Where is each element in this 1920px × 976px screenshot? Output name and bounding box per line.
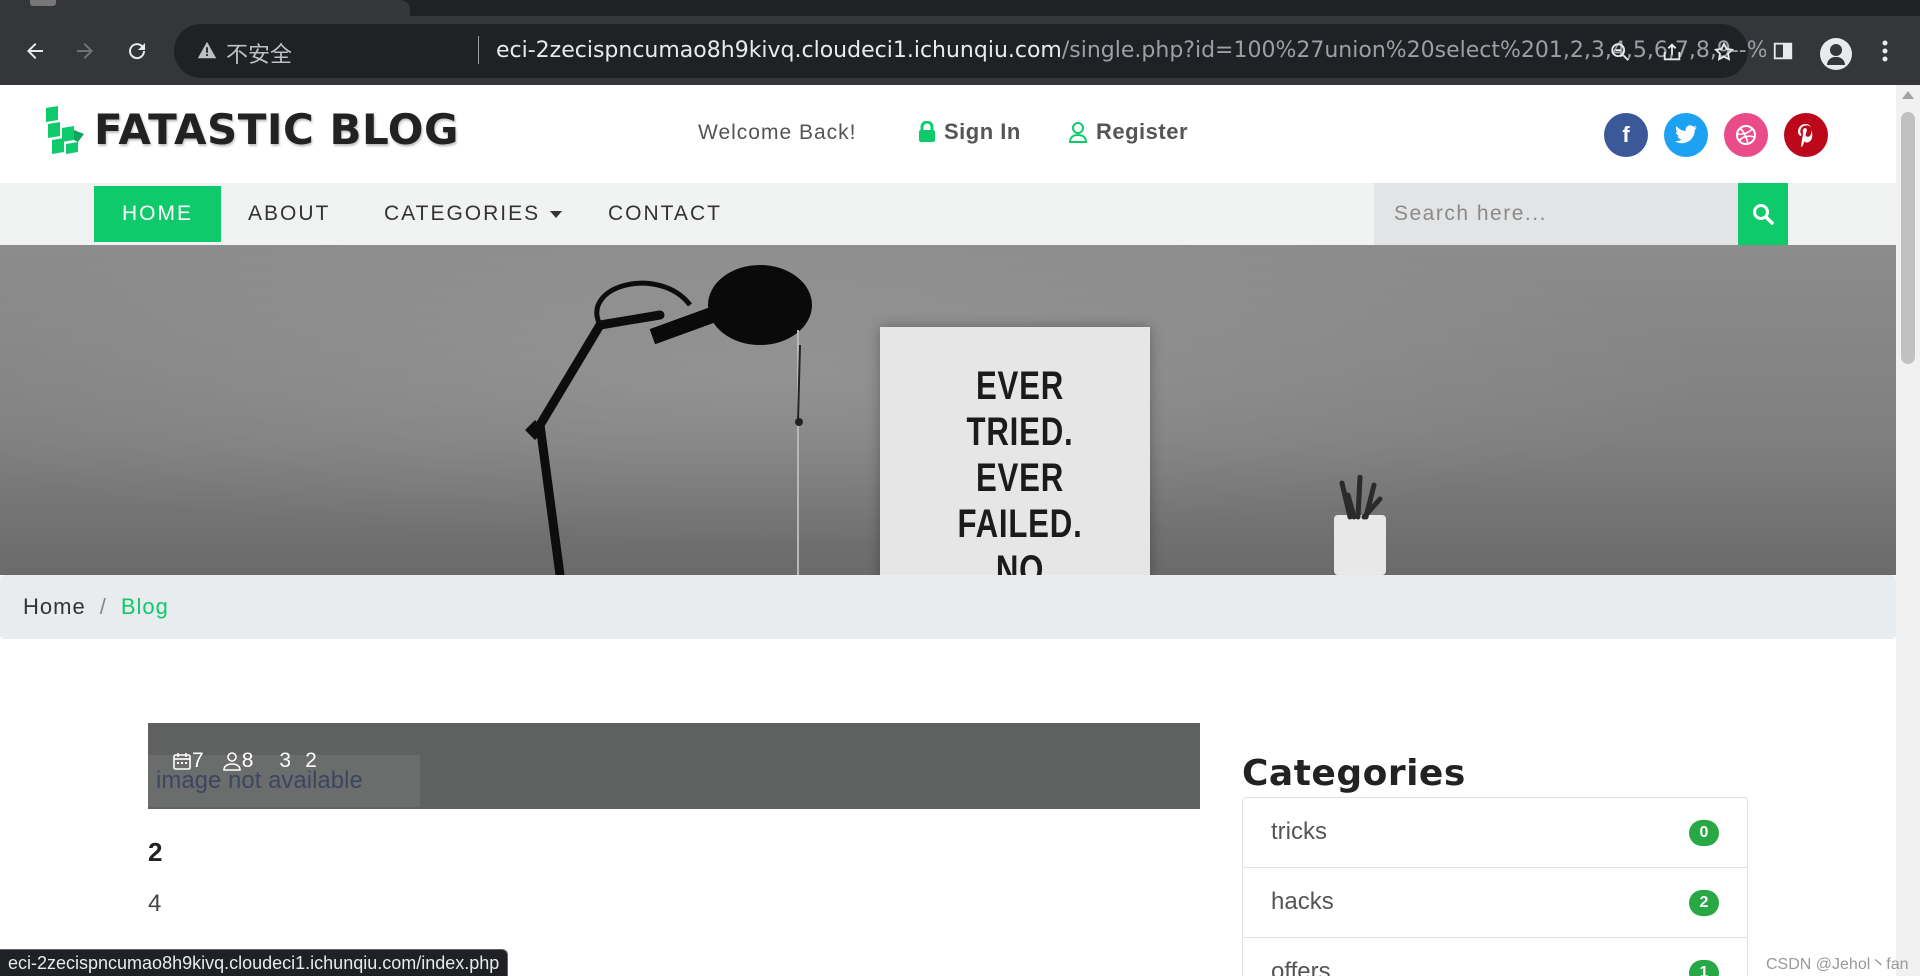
register-link[interactable]: Register [1068, 119, 1188, 145]
register-label: Register [1096, 119, 1189, 144]
category-count-badge: 1 [1689, 960, 1719, 976]
welcome-text: Welcome Back! [698, 121, 857, 144]
nav-categories-label: CATEGORIES [384, 202, 541, 225]
signin-link[interactable]: Sign In [918, 119, 1021, 145]
logo-blocks-icon [46, 105, 84, 154]
address-bar[interactable]: 不安全 eci-2zecispncumao8h9kivq.cloudeci1.i… [174, 24, 1766, 78]
category-name: hacks [1271, 888, 1334, 915]
poster-text: EVER TRIED. EVER FAILED. NO MATTER. TRY … [957, 364, 1083, 575]
zoom-icon[interactable] [1606, 38, 1634, 66]
forward-arrow-icon [77, 43, 93, 59]
category-item[interactable]: hacks 2 [1243, 868, 1747, 938]
side-panel-button[interactable] [1764, 32, 1802, 70]
main-nav: HOME ABOUT CATEGORIES CONTACT [0, 183, 1896, 245]
breadcrumb-separator: / [99, 594, 107, 619]
pinterest-icon[interactable] [1784, 113, 1828, 157]
search-button[interactable] [1738, 183, 1788, 245]
calendar-icon [173, 753, 191, 770]
browser-tab[interactable] [0, 0, 410, 16]
nav-contact[interactable]: CONTACT [608, 186, 722, 242]
post-date-value: 7 [192, 749, 204, 772]
back-arrow-icon [27, 43, 43, 59]
categories-heading: Categories [1242, 753, 1466, 794]
twitter-icon[interactable] [1664, 113, 1708, 157]
back-button[interactable] [16, 32, 54, 70]
post-comments: 3 [279, 749, 292, 772]
post-meta: 7 8 3 2 [172, 749, 317, 773]
warning-icon[interactable] [196, 39, 218, 61]
post-date: 7 [172, 749, 204, 773]
search-input[interactable] [1374, 183, 1738, 245]
category-count-badge: 0 [1689, 820, 1719, 846]
url-host: eci-2zecispncumao8h9kivq.cloudeci1.ichun… [496, 38, 1062, 63]
browser-toolbar: 不安全 eci-2zecispncumao8h9kivq.cloudeci1.i… [0, 16, 1920, 85]
search-icon [1753, 204, 1774, 225]
categories-list: tricks 0 hacks 2 offers 1 [1242, 797, 1748, 976]
plant-pot-image [1334, 475, 1386, 575]
reload-button[interactable] [118, 32, 156, 70]
search-container [1374, 183, 1738, 245]
post-author-value: 8 [241, 749, 254, 772]
omnibox-separator [478, 36, 479, 64]
post-author: 8 [222, 749, 254, 773]
share-icon[interactable] [1658, 38, 1686, 66]
browser-tabstrip [0, 0, 1920, 16]
nav-about[interactable]: ABOUT [248, 186, 330, 242]
hero-banner: EVER TRIED. EVER FAILED. NO MATTER. TRY … [0, 245, 1896, 575]
page-viewport: FATASTIC BLOG Welcome Back! Sign In Regi… [0, 85, 1896, 976]
breadcrumb-home[interactable]: Home [23, 594, 86, 620]
site-logo[interactable]: FATASTIC BLOG [44, 105, 459, 154]
nav-home[interactable]: HOME [94, 186, 221, 242]
forward-button[interactable] [66, 32, 104, 70]
category-item[interactable]: tricks 0 [1243, 798, 1747, 868]
lock-icon [919, 121, 935, 142]
category-name: offers [1271, 958, 1331, 976]
facebook-icon[interactable]: f [1604, 113, 1648, 157]
watermark-text: CSDN @Jehol丶fan [1766, 956, 1909, 973]
category-count-badge: 2 [1689, 890, 1719, 916]
menu-button[interactable] [1866, 32, 1904, 70]
bookmark-star-icon[interactable] [1710, 38, 1738, 66]
scrollbar-thumb[interactable] [1901, 112, 1915, 364]
kebab-menu-icon [1882, 40, 1888, 62]
chevron-down-icon [550, 210, 563, 218]
category-name: tricks [1271, 818, 1327, 845]
side-panel-icon [1773, 42, 1793, 60]
signin-label: Sign In [944, 119, 1021, 144]
site-header: FATASTIC BLOG Welcome Back! Sign In Regi… [0, 85, 1896, 183]
breadcrumb-current: Blog [120, 594, 169, 619]
user-icon [1068, 122, 1088, 143]
reload-icon [129, 43, 146, 60]
tab-favicon-icon [30, 0, 56, 6]
post-likes: 2 [305, 749, 317, 772]
url-text[interactable]: eci-2zecispncumao8h9kivq.cloudeci1.ichun… [496, 38, 1766, 63]
author-icon [222, 752, 241, 771]
page-scrollbar[interactable] [1896, 85, 1920, 976]
status-bar-url: eci-2zecispncumao8h9kivq.cloudeci1.ichun… [0, 949, 509, 976]
breadcrumb: Home / Blog [0, 575, 1896, 639]
post-body: 4 [148, 890, 162, 917]
not-secure-label[interactable]: 不安全 [226, 37, 292, 69]
profile-avatar-icon[interactable] [1820, 38, 1852, 70]
scroll-up-arrow-icon[interactable] [1902, 91, 1914, 99]
category-item[interactable]: offers 1 [1243, 938, 1747, 976]
post-title[interactable]: 2 [148, 837, 162, 868]
logo-text: FATASTIC BLOG [94, 105, 459, 154]
nav-categories[interactable]: CATEGORIES [384, 186, 563, 242]
dribbble-icon[interactable] [1724, 113, 1768, 157]
